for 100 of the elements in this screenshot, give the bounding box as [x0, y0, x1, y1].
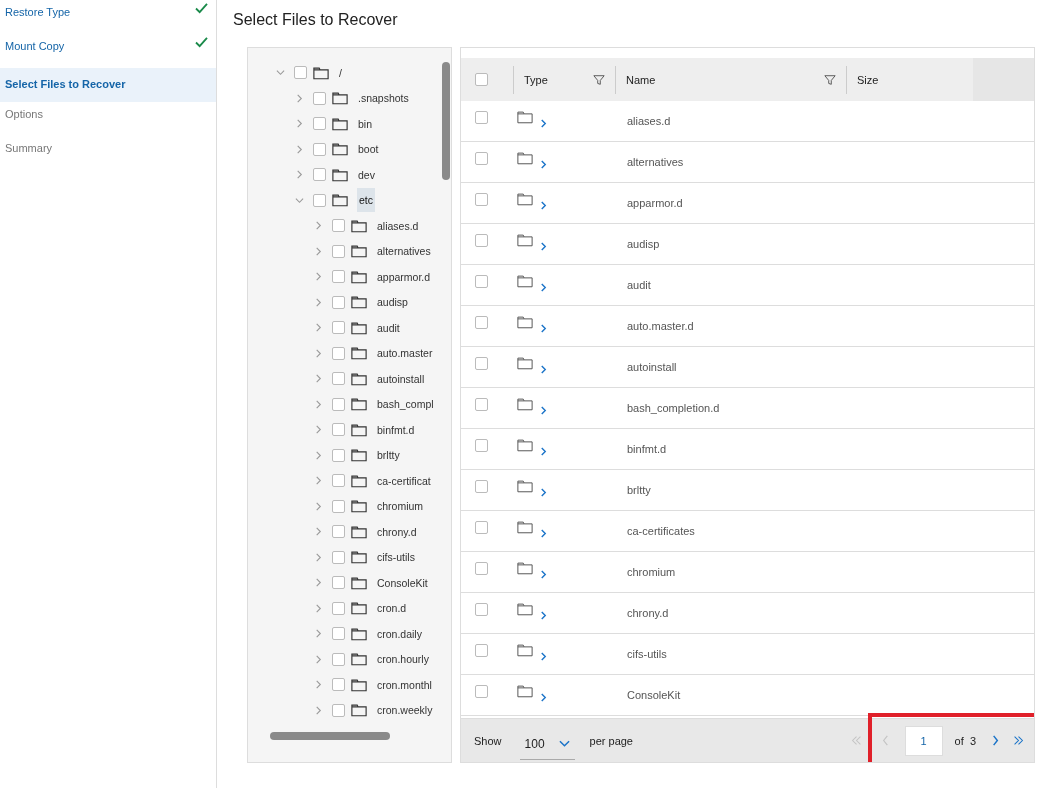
row-checkbox[interactable]: [475, 438, 488, 452]
folder-name[interactable]: chromium: [376, 497, 425, 516]
row-checkbox[interactable]: [475, 684, 488, 698]
vertical-scrollbar[interactable]: [442, 62, 450, 180]
filter-icon[interactable]: [593, 73, 605, 86]
chevron-icon[interactable]: [314, 578, 323, 588]
page-number-field[interactable]: 1: [904, 725, 943, 756]
row-checkbox[interactable]: [475, 397, 488, 411]
wizard-step[interactable]: Select Files to Recover: [0, 68, 216, 102]
checkbox[interactable]: [332, 525, 345, 539]
folder-name[interactable]: dev: [357, 165, 376, 184]
folder-name[interactable]: ConsoleKit: [376, 573, 429, 592]
checkbox[interactable]: [332, 474, 345, 488]
chevron-icon[interactable]: [540, 650, 547, 662]
chevron-icon[interactable]: [314, 374, 323, 384]
checkbox[interactable]: [313, 91, 326, 105]
chevron-icon[interactable]: [540, 240, 547, 252]
chevron-icon[interactable]: [314, 527, 323, 537]
chevron-icon[interactable]: [314, 246, 323, 256]
checkbox[interactable]: [332, 321, 345, 335]
folder-name[interactable]: brltty: [376, 446, 401, 465]
folder-name[interactable]: boot: [357, 140, 380, 159]
folder-name[interactable]: binfmt.d: [376, 420, 416, 439]
chevron-icon[interactable]: [314, 221, 323, 231]
row-checkbox[interactable]: [475, 315, 488, 329]
per-page-dropdown[interactable]: 100: [519, 729, 575, 760]
checkbox[interactable]: [332, 244, 345, 258]
folder-name[interactable]: cifs-utils: [376, 548, 416, 567]
chevron-icon[interactable]: [540, 486, 547, 498]
checkbox[interactable]: [332, 423, 345, 437]
checkbox[interactable]: [313, 168, 326, 182]
checkbox[interactable]: [332, 448, 345, 462]
row-checkbox[interactable]: [475, 602, 488, 616]
wizard-step[interactable]: Mount Copy: [0, 34, 216, 68]
checkbox[interactable]: [332, 601, 345, 615]
row-checkbox[interactable]: [475, 151, 488, 165]
folder-name[interactable]: bin: [357, 114, 373, 133]
chevron-icon[interactable]: [276, 68, 285, 78]
folder-name[interactable]: cron.weekly: [376, 701, 434, 720]
folder-name[interactable]: aliases.d: [376, 216, 420, 235]
chevron-icon[interactable]: [314, 272, 323, 282]
chevron-icon[interactable]: [540, 199, 547, 211]
chevron-icon[interactable]: [314, 450, 323, 460]
checkbox[interactable]: [332, 499, 345, 513]
chevron-icon[interactable]: [540, 281, 547, 293]
row-checkbox[interactable]: [475, 110, 488, 124]
folder-name[interactable]: .snapshots: [357, 89, 410, 108]
checkbox[interactable]: [332, 652, 345, 666]
chevron-icon[interactable]: [314, 654, 323, 664]
filter-icon[interactable]: [824, 73, 836, 86]
chevron-icon[interactable]: [540, 404, 547, 416]
chevron-icon[interactable]: [540, 445, 547, 457]
row-checkbox[interactable]: [475, 520, 488, 534]
chevron-icon[interactable]: [295, 170, 304, 180]
folder-name[interactable]: bash_compl: [376, 395, 435, 414]
checkbox[interactable]: [332, 372, 345, 386]
checkbox[interactable]: [313, 117, 326, 131]
column-header[interactable]: Name: [615, 65, 846, 94]
checkbox[interactable]: [332, 576, 345, 590]
checkbox[interactable]: [313, 193, 326, 207]
chevron-icon[interactable]: [540, 609, 547, 621]
row-checkbox[interactable]: [475, 479, 488, 493]
wizard-step[interactable]: Restore Type: [0, 0, 216, 34]
chevron-icon[interactable]: [314, 323, 323, 333]
checkbox[interactable]: [332, 346, 345, 360]
checkbox[interactable]: [332, 550, 345, 564]
chevron-icon[interactable]: [314, 399, 323, 409]
folder-name[interactable]: audit: [376, 318, 401, 337]
chevron-icon[interactable]: [295, 93, 304, 103]
chevron-icon[interactable]: [540, 363, 547, 375]
chevron-icon[interactable]: [314, 603, 323, 613]
row-checkbox[interactable]: [475, 356, 488, 370]
folder-name[interactable]: cron.monthl: [376, 675, 433, 694]
select-all-checkbox[interactable]: [475, 73, 488, 86]
column-header[interactable]: Type: [513, 65, 615, 94]
folder-name[interactable]: cron.daily: [376, 624, 423, 643]
checkbox[interactable]: [294, 66, 307, 80]
chevron-icon[interactable]: [314, 680, 323, 690]
next-page-icon[interactable]: [990, 735, 1001, 746]
folder-name[interactable]: ca-certificat: [376, 471, 432, 490]
checkbox[interactable]: [332, 270, 345, 284]
checkbox[interactable]: [332, 219, 345, 233]
chevron-icon[interactable]: [314, 297, 323, 307]
row-checkbox[interactable]: [475, 561, 488, 575]
chevron-icon[interactable]: [314, 476, 323, 486]
chevron-icon[interactable]: [540, 568, 547, 580]
chevron-icon[interactable]: [295, 195, 304, 205]
folder-name[interactable]: cron.d: [376, 599, 408, 618]
chevron-icon[interactable]: [540, 117, 547, 129]
row-checkbox[interactable]: [475, 274, 488, 288]
row-checkbox[interactable]: [475, 192, 488, 206]
chevron-icon[interactable]: [540, 322, 547, 334]
checkbox[interactable]: [332, 295, 345, 309]
chevron-icon[interactable]: [295, 144, 304, 154]
chevron-icon[interactable]: [314, 348, 323, 358]
folder-name[interactable]: /: [338, 63, 343, 82]
folder-name[interactable]: apparmor.d: [376, 267, 432, 286]
checkbox[interactable]: [332, 397, 345, 411]
checkbox[interactable]: [313, 142, 326, 156]
chevron-icon[interactable]: [314, 501, 323, 511]
